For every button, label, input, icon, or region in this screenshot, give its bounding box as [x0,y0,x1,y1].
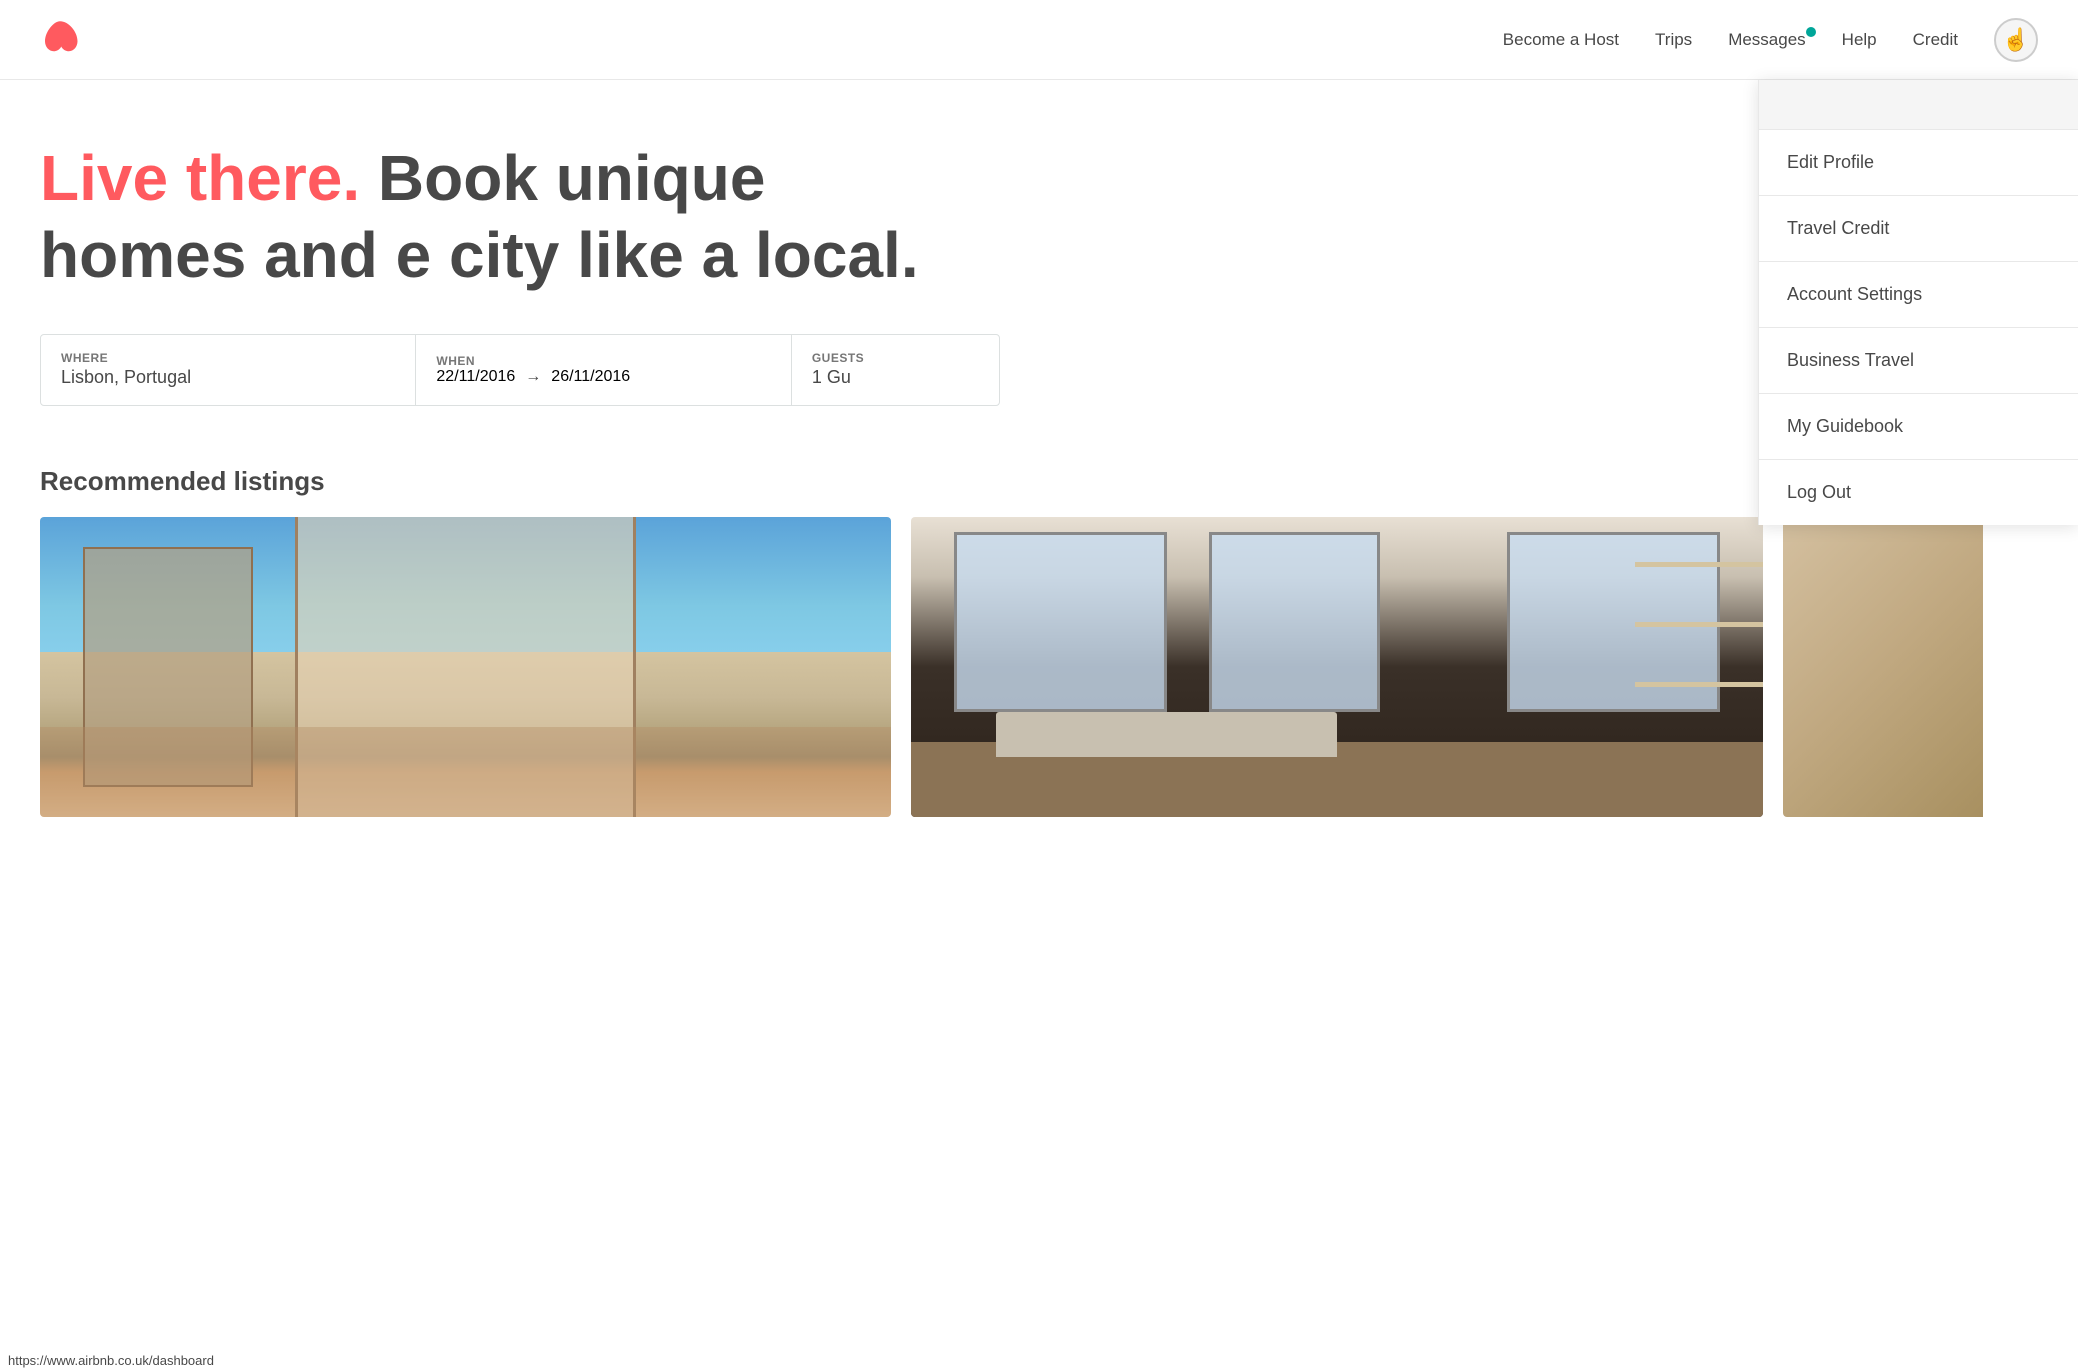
nav-messages[interactable]: Messages [1728,30,1805,50]
listing-image-2 [911,517,1762,817]
user-avatar-button[interactable]: ☝ [1994,18,2038,62]
guests-field[interactable]: Guests 1 Gu [792,335,999,405]
date-range: 22/11/2016 → 26/11/2016 [436,368,770,386]
dropdown-item-my-guidebook[interactable]: My Guidebook [1759,394,2078,460]
listing-card-3[interactable] [1783,517,2038,817]
date-to: 26/11/2016 [551,368,630,386]
user-dropdown-menu: Edit Profile Travel Credit Account Setti… [1758,80,2078,525]
dropdown-item-account-settings[interactable]: Account Settings [1759,262,2078,328]
header: Become a Host Trips Messages Help Credit… [0,0,2078,80]
logo[interactable] [40,20,80,60]
when-label: When [436,354,770,368]
status-bar: https://www.airbnb.co.uk/dashboard [0,1349,222,1372]
nav-credit[interactable]: Credit [1913,30,1958,50]
nav-help[interactable]: Help [1842,30,1877,50]
dropdown-item-travel-credit[interactable]: Travel Credit [1759,196,2078,262]
nav-become-host[interactable]: Become a Host [1503,30,1619,50]
guests-value: 1 Gu [812,367,979,388]
status-url: https://www.airbnb.co.uk/dashboard [8,1353,214,1368]
listing-image-3 [1783,517,1983,817]
hero-heading: Live there. Book unique homes and e city… [40,140,940,294]
where-field[interactable]: Where Lisbon, Portugal [41,335,416,405]
where-label: Where [61,351,395,365]
arrow-icon: → [525,368,541,386]
guests-label: Guests [812,351,979,365]
dropdown-item-log-out[interactable]: Log Out [1759,460,2078,525]
recommended-title: Recommended listings [40,466,2038,497]
listing-image-1 [40,517,891,817]
main-nav: Become a Host Trips Messages Help Credit… [1503,18,2038,62]
where-value: Lisbon, Portugal [61,367,395,388]
cursor-icon: ☝ [2002,27,2029,53]
dropdown-item-edit-profile[interactable]: Edit Profile [1759,130,2078,196]
listing-card-1[interactable] [40,517,891,817]
dropdown-item-business-travel[interactable]: Business Travel [1759,328,2078,394]
hero-live-there: Live there. [40,142,360,214]
listing-card-2[interactable] [911,517,1762,817]
nav-trips[interactable]: Trips [1655,30,1692,50]
listings-grid [40,517,2038,817]
date-from: 22/11/2016 [436,368,515,386]
search-bar[interactable]: Where Lisbon, Portugal When 22/11/2016 →… [40,334,1000,406]
dropdown-header [1759,80,2078,130]
messages-notification-dot [1806,27,1816,37]
when-field[interactable]: When 22/11/2016 → 26/11/2016 [416,335,791,405]
